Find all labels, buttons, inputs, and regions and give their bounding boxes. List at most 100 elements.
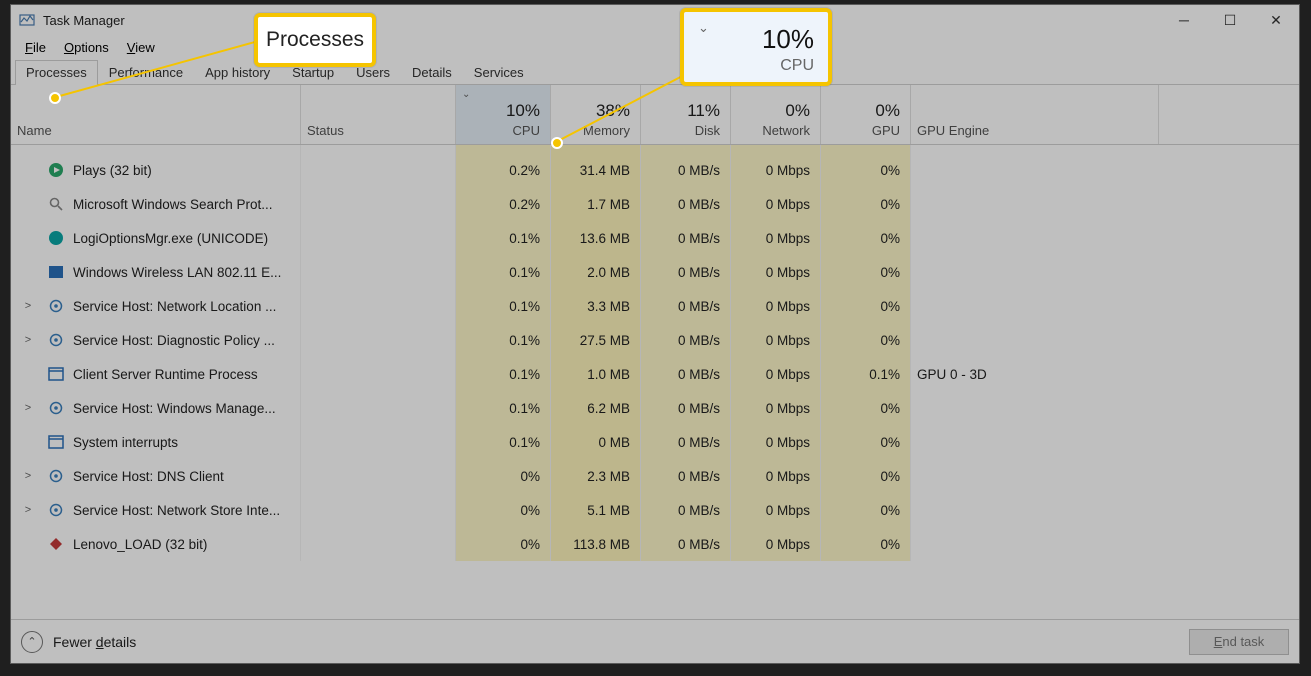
cell-status bbox=[301, 145, 456, 153]
expand-icon[interactable]: > bbox=[17, 504, 39, 516]
cell-disk: 0 MB/s bbox=[641, 153, 731, 187]
tab-performance[interactable]: Performance bbox=[98, 60, 194, 85]
expand-icon[interactable]: > bbox=[17, 470, 39, 482]
maximize-button[interactable]: ☐ bbox=[1207, 5, 1253, 35]
process-row[interactable]: >Service Host: Diagnostic Policy ...0.1%… bbox=[11, 323, 1299, 357]
task-manager-window: Task Manager ─ ☐ ✕ File Options View Pro… bbox=[10, 4, 1300, 664]
cell-gpu: 0% bbox=[821, 187, 911, 221]
cell-disk: 0 MB/s bbox=[641, 527, 731, 561]
tab-details[interactable]: Details bbox=[401, 60, 463, 85]
cell-memory: 2.0 MB bbox=[551, 255, 641, 289]
callout-cpu-pct: 10% bbox=[762, 24, 814, 55]
chevron-down-icon: ⌄ bbox=[698, 20, 709, 36]
fewer-details-button[interactable]: ⌃ Fewer details bbox=[21, 631, 136, 653]
fewer-details-label: Fewer details bbox=[53, 634, 136, 650]
cell-memory: 31.4 MB bbox=[551, 153, 641, 187]
process-row[interactable]: >Service Host: Windows Manage...0.1%6.2 … bbox=[11, 391, 1299, 425]
col-network[interactable]: 0% Network bbox=[731, 85, 821, 144]
process-row[interactable]: LogiOptionsMgr.exe (UNICODE)0.1%13.6 MB0… bbox=[11, 221, 1299, 255]
cell-disk: 0 MB/s bbox=[641, 221, 731, 255]
cell-memory: 1.0 MB bbox=[551, 357, 641, 391]
process-row[interactable]: > Service Host: Network Store Inte... 0%5.… bbox=[11, 493, 1299, 527]
cell-gpu-engine bbox=[911, 153, 1299, 187]
cell-status bbox=[301, 221, 456, 255]
cell-cpu: 0% bbox=[456, 459, 551, 493]
process-icon bbox=[47, 229, 65, 247]
cell-name: Windows Wireless LAN 802.11 E... bbox=[11, 255, 301, 289]
expand-icon[interactable]: > bbox=[17, 334, 39, 346]
col-cpu[interactable]: ⌄ 10% CPU bbox=[456, 85, 551, 144]
cell-cpu: 0.1% bbox=[456, 289, 551, 323]
process-row[interactable]: Plays (32 bit)0.2%31.4 MB0 MB/s0 Mbps0% bbox=[11, 153, 1299, 187]
tab-processes[interactable]: Processes bbox=[15, 60, 98, 85]
cell-cpu: 0.1% bbox=[456, 255, 551, 289]
cell-gpu-engine bbox=[911, 425, 1299, 459]
col-status[interactable]: Status bbox=[301, 85, 456, 144]
menu-options[interactable]: Options bbox=[56, 38, 117, 57]
titlebar[interactable]: Task Manager ─ ☐ ✕ bbox=[11, 5, 1299, 35]
process-row[interactable]: >Service Host: DNS Client0%2.3 MB0 MB/s0… bbox=[11, 459, 1299, 493]
cell-disk: 0 MB/s bbox=[641, 425, 731, 459]
col-gpu-engine[interactable]: GPU Engine bbox=[911, 85, 1159, 144]
process-row[interactable]: Windows Wireless LAN 802.11 E... 0.1%2.0 … bbox=[11, 255, 1299, 289]
cell-status bbox=[301, 289, 456, 323]
process-row[interactable]: Microsoft Windows Search Prot... 0.2%1.7 … bbox=[11, 187, 1299, 221]
process-name: Service Host: Network Location ... bbox=[73, 299, 276, 314]
cell-cpu: 0.1% bbox=[456, 425, 551, 459]
process-row[interactable]: System interrupts0.1%0 MB0 MB/s0 Mbps0% bbox=[11, 425, 1299, 459]
expand-icon[interactable]: > bbox=[17, 300, 39, 312]
cell-memory: 5.1 MB bbox=[551, 493, 641, 527]
cell-cpu: 0% bbox=[456, 493, 551, 527]
end-task-button[interactable]: End task bbox=[1189, 629, 1289, 655]
cell-gpu: 0% bbox=[821, 459, 911, 493]
cell-status bbox=[301, 153, 456, 187]
cell-gpu: 0% bbox=[821, 323, 911, 357]
col-memory[interactable]: 38% Memory bbox=[551, 85, 641, 144]
cell-disk: 0 MB/s bbox=[641, 145, 731, 153]
col-gpu[interactable]: 0% GPU bbox=[821, 85, 911, 144]
cell-disk: 0 MB/s bbox=[641, 459, 731, 493]
cell-cpu: 0.2% bbox=[456, 145, 551, 153]
process-name: Service Host: DNS Client bbox=[73, 469, 224, 484]
cell-disk: 0 MB/s bbox=[641, 391, 731, 425]
callout-processes-label: Processes bbox=[266, 28, 364, 52]
cell-gpu: 0.1% bbox=[821, 357, 911, 391]
cell-gpu: 0% bbox=[821, 221, 911, 255]
col-gpu-label: GPU bbox=[872, 123, 900, 138]
cell-memory: 1.7 MB bbox=[551, 187, 641, 221]
process-icon bbox=[47, 399, 65, 417]
process-row[interactable]: > Service Host: Network Location ... 0.1%3… bbox=[11, 289, 1299, 323]
process-name: Lenovo_LOAD (32 bit) bbox=[73, 537, 207, 552]
close-button[interactable]: ✕ bbox=[1253, 5, 1299, 35]
callout-processes: Processes bbox=[254, 13, 376, 67]
cell-gpu-engine bbox=[911, 323, 1299, 357]
cell-status bbox=[301, 187, 456, 221]
cell-memory: 3.3 MB bbox=[551, 289, 641, 323]
menu-file[interactable]: File bbox=[17, 38, 54, 57]
col-disk[interactable]: 11% Disk bbox=[641, 85, 731, 144]
chevron-up-icon: ⌃ bbox=[21, 631, 43, 653]
process-row[interactable]: Service Host: DCOM Server Proc...0.2%10.… bbox=[11, 145, 1299, 153]
process-icon bbox=[47, 195, 65, 213]
cell-network: 0 Mbps bbox=[731, 289, 821, 323]
cell-disk: 0 MB/s bbox=[641, 493, 731, 527]
process-icon bbox=[47, 535, 65, 553]
expand-icon[interactable]: > bbox=[17, 402, 39, 414]
col-memory-pct: 38% bbox=[596, 101, 630, 121]
cell-cpu: 0.1% bbox=[456, 221, 551, 255]
process-name: Service Host: Network Store Inte... bbox=[73, 503, 280, 518]
process-name: LogiOptionsMgr.exe (UNICODE) bbox=[73, 231, 268, 246]
sort-indicator-icon: ⌄ bbox=[462, 89, 470, 100]
process-row[interactable]: Client Server Runtime Process0.1%1.0 MB0… bbox=[11, 357, 1299, 391]
cell-name: Lenovo_LOAD (32 bit) bbox=[11, 527, 301, 561]
cell-gpu-engine bbox=[911, 187, 1299, 221]
cell-name: Microsoft Windows Search Prot... bbox=[11, 187, 301, 221]
menu-view[interactable]: View bbox=[119, 38, 163, 57]
process-row[interactable]: Lenovo_LOAD (32 bit)0%113.8 MB0 MB/s0 Mb… bbox=[11, 527, 1299, 561]
cell-gpu-engine bbox=[911, 493, 1299, 527]
cell-status bbox=[301, 527, 456, 561]
minimize-button[interactable]: ─ bbox=[1161, 5, 1207, 35]
process-list[interactable]: Service Host: DCOM Server Proc...0.2%10.… bbox=[11, 145, 1299, 619]
cell-cpu: 0.2% bbox=[456, 187, 551, 221]
tab-services[interactable]: Services bbox=[463, 60, 535, 85]
